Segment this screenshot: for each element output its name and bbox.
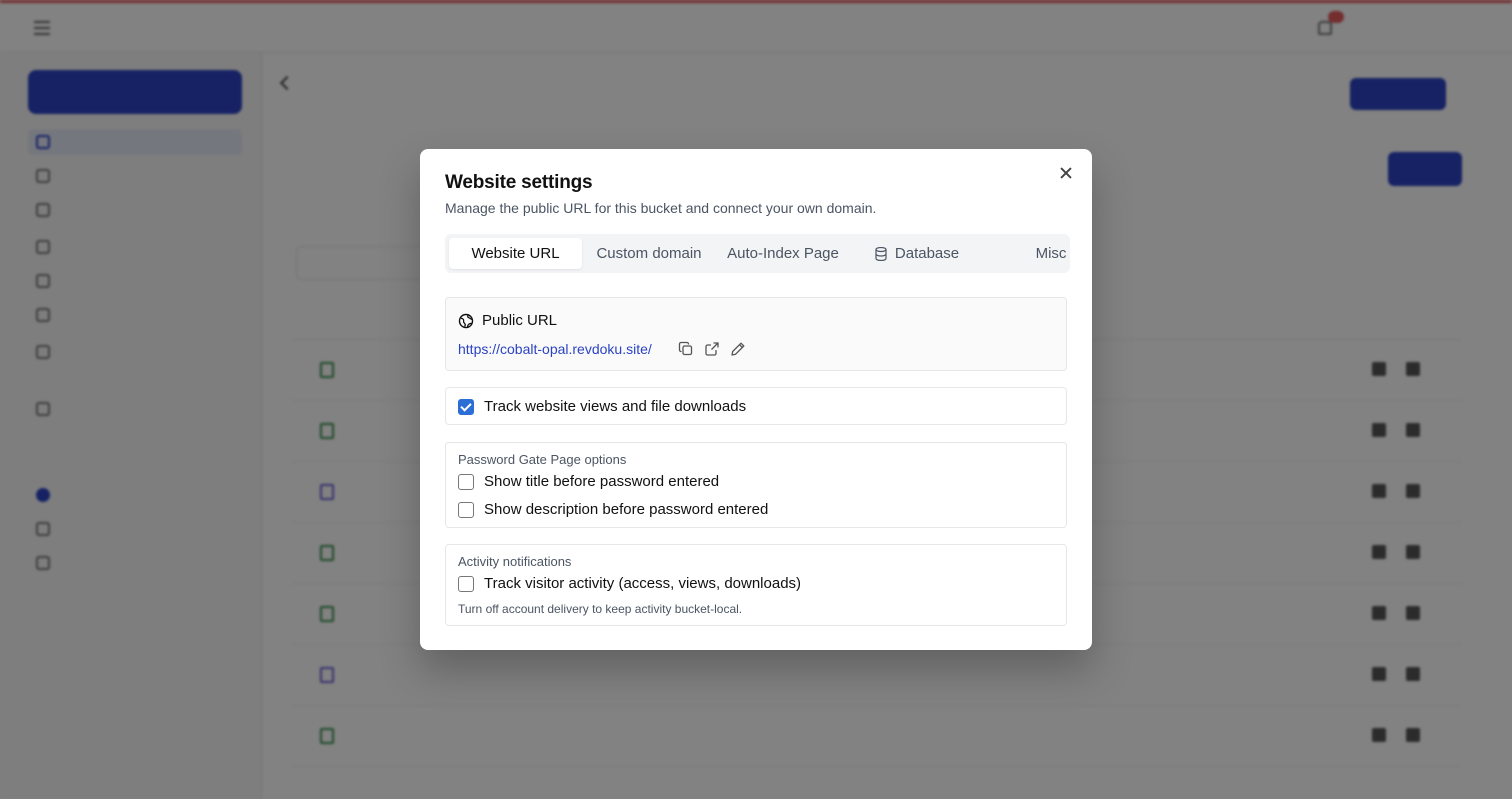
- track-views-card: Track website views and file downloads: [445, 387, 1067, 425]
- tab-database[interactable]: Database: [859, 238, 975, 269]
- track-visitor-activity-option[interactable]: Track visitor activity (access, views, d…: [458, 575, 801, 592]
- tab-label: Website URL: [471, 245, 560, 262]
- database-icon: [875, 246, 887, 261]
- track-views-label: Track website views and file downloads: [484, 398, 747, 415]
- show-description-option[interactable]: Show description before password entered: [458, 501, 768, 518]
- website-settings-dialog: Website settings Manage the public URL f…: [420, 149, 1092, 650]
- password-gate-card: Password Gate Page options Show title be…: [445, 442, 1067, 528]
- dialog-subtitle: Manage the public URL for this bucket an…: [445, 200, 877, 216]
- tab-website-url[interactable]: Website URL: [449, 238, 582, 269]
- tab-label: Custom domain: [596, 245, 702, 262]
- activity-notifications-card: Activity notifications Track visitor act…: [445, 544, 1067, 626]
- activity-help-text: Turn off account delivery to keep activi…: [458, 602, 743, 616]
- public-url-link[interactable]: https://cobalt-opal.revdoku.site/: [458, 341, 652, 357]
- open-external-icon[interactable]: [704, 341, 720, 357]
- tab-custom-domain[interactable]: Custom domain: [586, 238, 712, 269]
- close-icon[interactable]: [1056, 163, 1076, 183]
- dialog-title: Website settings: [445, 172, 593, 193]
- show-title-label: Show title before password entered: [484, 473, 720, 490]
- track-views-checkbox[interactable]: [458, 398, 474, 415]
- settings-tabs: Website URL Custom domain Auto-Index Pag…: [445, 234, 1070, 273]
- globe-icon: [458, 313, 474, 328]
- activity-title: Activity notifications: [458, 554, 572, 569]
- tab-label: Auto-Index Page: [727, 245, 839, 262]
- copy-icon[interactable]: [678, 341, 694, 357]
- show-description-label: Show description before password entered: [484, 501, 769, 518]
- public-url-heading: Public URL: [482, 312, 558, 329]
- show-title-option[interactable]: Show title before password entered: [458, 473, 719, 490]
- public-url-card: Public URL https://cobalt-opal.revdoku.s…: [445, 297, 1067, 371]
- track-views-option[interactable]: Track website views and file downloads: [458, 398, 746, 415]
- tab-label: Misc: [1035, 245, 1067, 262]
- show-description-checkbox[interactable]: [458, 501, 474, 518]
- edit-pencil-icon[interactable]: [730, 341, 746, 357]
- url-actions: [678, 341, 746, 357]
- tab-auto-index-page[interactable]: Auto-Index Page: [716, 238, 850, 269]
- public-url-header: Public URL: [458, 312, 557, 329]
- track-visitor-activity-label: Track visitor activity (access, views, d…: [484, 575, 802, 592]
- tab-misc[interactable]: Misc: [1031, 238, 1070, 269]
- password-gate-title: Password Gate Page options: [458, 452, 627, 467]
- tab-label: Database: [894, 245, 960, 262]
- track-visitor-activity-checkbox[interactable]: [458, 575, 474, 592]
- show-title-checkbox[interactable]: [458, 473, 474, 490]
